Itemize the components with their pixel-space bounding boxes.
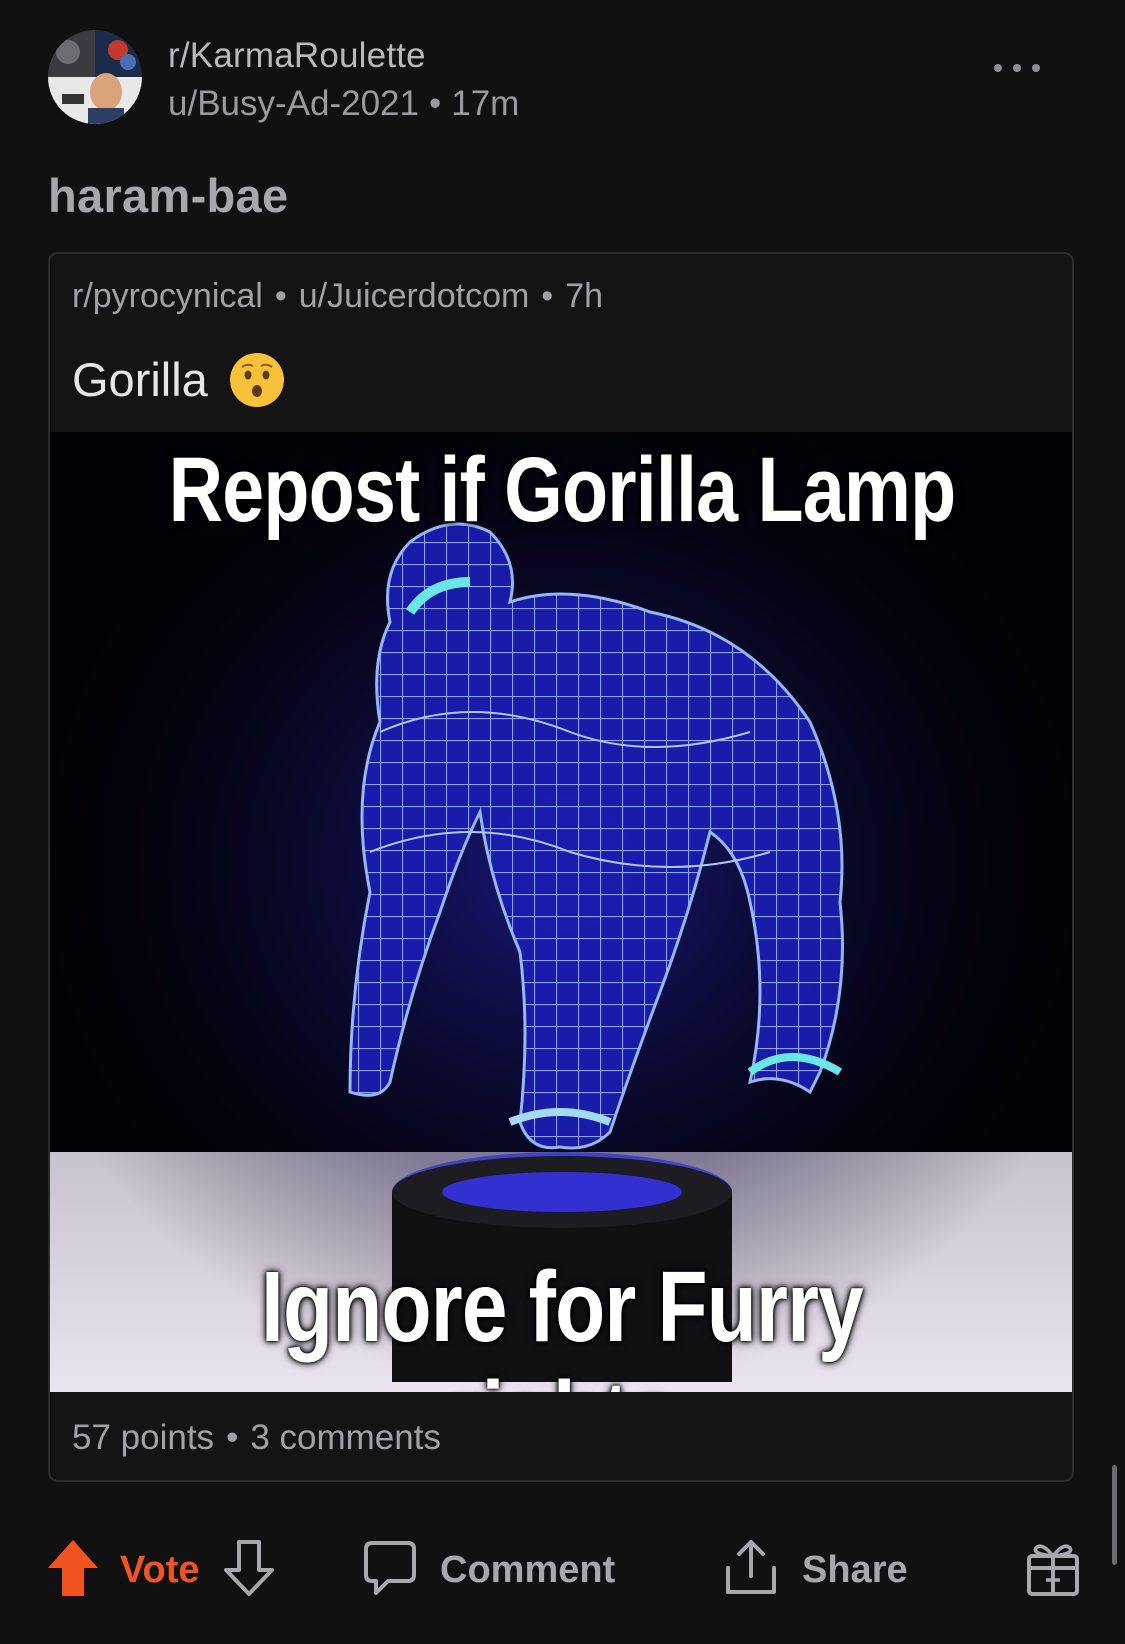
meta-separator: • <box>274 277 287 315</box>
meta-separator: • <box>226 1418 239 1457</box>
post-title: haram-bae <box>48 169 289 222</box>
post-meta: u/Busy-Ad-2021 • 17m <box>168 80 519 128</box>
crosspost-stats: 57 points • 3 comments <box>72 1416 441 1460</box>
post-age: 17m <box>451 84 520 123</box>
crosspost-meta: r/pyrocynical • u/Juicerdotcom • 7h <box>72 274 603 318</box>
crosspost-comments: 3 comments <box>250 1418 441 1457</box>
comment-button[interactable]: Comment <box>362 1538 615 1602</box>
subreddit-name[interactable]: r/KarmaRoulette <box>168 32 519 80</box>
more-dot <box>1013 64 1021 72</box>
more-horizontal-icon <box>994 64 1002 72</box>
image-caption-bottom: Ignore for Furry rights <box>261 1251 864 1392</box>
crosspost-title-text: Gorilla <box>72 353 208 406</box>
post-detail-screen: r/KarmaRoulette u/Busy-Ad-2021 • 17m haram… <box>0 0 1125 1644</box>
post-action-bar: Vote Comment Share <box>0 1520 1125 1620</box>
vote-label: Vote <box>120 1548 200 1591</box>
hushed-face-emoji-icon <box>228 351 286 409</box>
crosspost-points: 57 points <box>72 1418 215 1457</box>
crosspost-image[interactable]: Repost if Gorilla Lamp Ignore for Furry … <box>50 432 1072 1392</box>
vote-control: Vote <box>46 1538 276 1602</box>
crosspost-author[interactable]: u/Juicerdotcom <box>299 277 530 315</box>
share-icon <box>722 1538 780 1603</box>
crosspost-card[interactable]: r/pyrocynical • u/Juicerdotcom • 7h Gorilla <box>48 252 1074 1482</box>
post-header-text: r/KarmaRoulette u/Busy-Ad-2021 • 17m <box>168 32 519 128</box>
gorilla-lamp-image <box>50 432 1072 1392</box>
crosspost-subreddit[interactable]: r/pyrocynical <box>72 277 263 315</box>
share-button[interactable]: Share <box>722 1538 908 1602</box>
subreddit-avatar[interactable] <box>48 30 142 124</box>
post-header: r/KarmaRoulette u/Busy-Ad-2021 • 17m <box>48 30 1078 130</box>
gift-award-icon <box>1024 1538 1082 1603</box>
meta-separator: • <box>428 84 442 123</box>
award-button[interactable] <box>1024 1538 1082 1602</box>
crosspost-title: Gorilla <box>72 348 286 412</box>
comment-bubble-icon <box>362 1539 418 1602</box>
author-name[interactable]: u/Busy-Ad-2021 <box>168 84 419 123</box>
more-options-button[interactable] <box>994 58 1040 78</box>
share-label: Share <box>802 1548 908 1591</box>
more-dot <box>1032 64 1040 72</box>
avatar-image <box>48 30 142 124</box>
downvote-arrow-icon[interactable] <box>222 1538 276 1603</box>
crosspost-age: 7h <box>565 277 604 315</box>
image-caption-top: Repost if Gorilla Lamp <box>168 439 957 541</box>
comment-label: Comment <box>440 1548 616 1591</box>
upvote-arrow-icon[interactable] <box>46 1538 100 1603</box>
meta-separator: • <box>541 277 554 315</box>
